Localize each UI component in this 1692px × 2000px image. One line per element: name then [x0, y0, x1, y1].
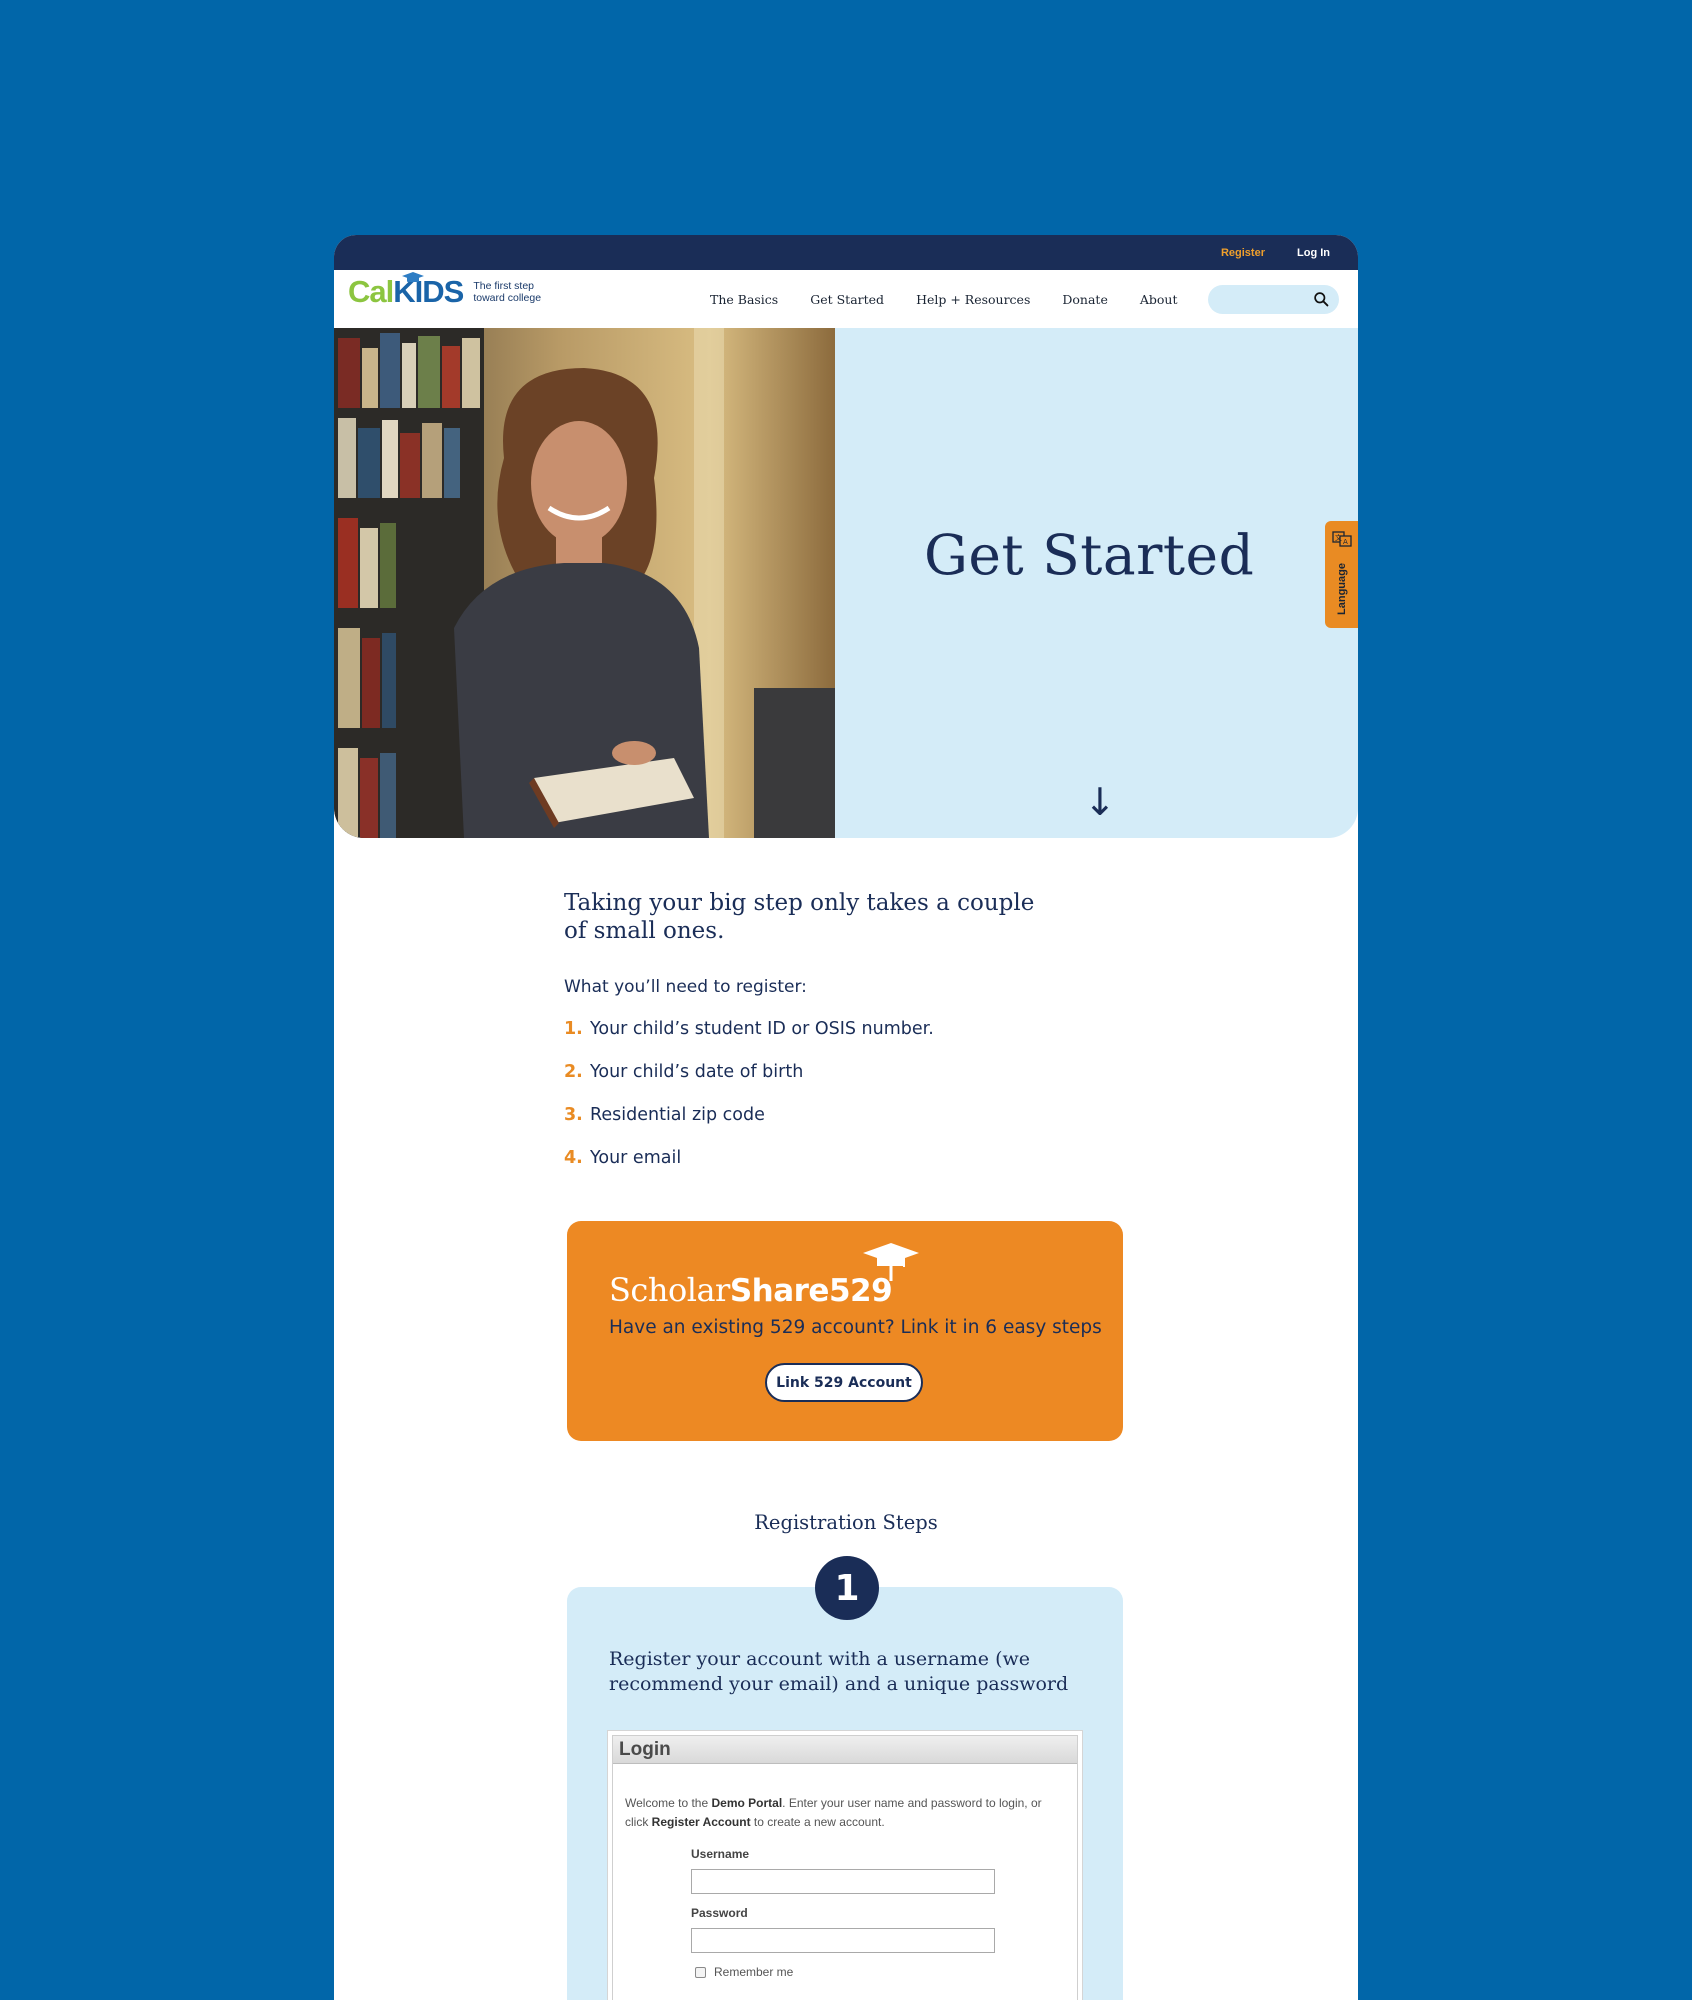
nav-the-basics[interactable]: The Basics [710, 292, 778, 307]
svg-text:A: A [1343, 538, 1348, 546]
utility-bar: Register Log In [334, 235, 1358, 270]
nav-donate[interactable]: Donate [1062, 292, 1107, 307]
requirements-label: What you’ll need to register: [564, 977, 807, 998]
svg-text:文: 文 [1335, 533, 1342, 542]
intro-heading: Taking your big step only takes a couple… [564, 890, 1035, 944]
browser-frame: Register Log In CalKIDS The first step t… [334, 235, 1358, 2000]
password-label: Password [691, 1906, 748, 1921]
login-title: Login [613, 1736, 1077, 1764]
nav-about[interactable]: About [1140, 292, 1178, 307]
step-description: Register your account with a username (w… [609, 1648, 1069, 1695]
list-item: 4. Your email [564, 1136, 1124, 1179]
scholarshare-description: Have an existing 529 account? Link it in… [609, 1317, 1102, 1338]
link-529-account-button[interactable]: Link 529 Account [765, 1363, 923, 1402]
page-title: Get Started [924, 523, 1255, 587]
item-number: 2. [564, 1061, 583, 1082]
graduation-cap-icon [402, 272, 424, 282]
nav-help-resources[interactable]: Help + Resources [916, 292, 1030, 307]
registration-steps-title: Registration Steps [754, 1511, 938, 1534]
item-number: 4. [564, 1147, 583, 1168]
step-card: Register your account with a username (w… [567, 1587, 1123, 2000]
main-nav: CalKIDS The first step toward college Th… [334, 270, 1358, 328]
welcome-register-account: Register Account [651, 1814, 751, 1829]
intro-section: Taking your big step only takes a couple… [564, 890, 1124, 1179]
register-link[interactable]: Register [1221, 247, 1265, 259]
welcome-part-1: Welcome to the [625, 1796, 712, 1810]
scroll-down-arrow-icon[interactable]: ↓ [1084, 783, 1116, 821]
requirements-list: 1. Your child’s student ID or OSIS number… [564, 1007, 1124, 1179]
remember-me-row: Remember me [695, 1965, 1077, 1979]
login-link[interactable]: Log In [1297, 247, 1330, 259]
search-box [1208, 285, 1339, 314]
language-tab[interactable]: 文A Language [1325, 521, 1358, 628]
logo-cal: Cal [348, 274, 394, 309]
list-item: 3. Residential zip code [564, 1093, 1124, 1136]
search-icon[interactable] [1313, 291, 1330, 308]
list-item: 1. Your child’s student ID or OSIS number… [564, 1007, 1124, 1050]
nav-get-started[interactable]: Get Started [810, 292, 884, 307]
nav-links: The Basics Get Started Help + Resources … [710, 270, 1210, 328]
username-label: Username [691, 1847, 750, 1862]
translate-icon: 文A [1332, 531, 1352, 547]
logo-wordmark: CalKIDS [348, 272, 464, 309]
logo-tagline: The first step toward college [473, 280, 541, 307]
login-welcome-text: Welcome to the Demo Portal. Enter your u… [625, 1794, 1065, 1831]
tagline-line-1: The first step [473, 279, 535, 292]
item-text: Your child’s student ID or OSIS number. [590, 1018, 934, 1039]
logo-scholar: Scholar [609, 1271, 730, 1309]
tagline-line-2: toward college [473, 291, 542, 304]
calkids-logo[interactable]: CalKIDS The first step toward college [348, 272, 541, 309]
step-number-badge: 1 [815, 1556, 879, 1620]
login-panel: Login Welcome to the Demo Portal. Enter … [612, 1735, 1078, 2000]
password-field[interactable] [691, 1928, 995, 1954]
welcome-part-3: to create a new account. [750, 1814, 885, 1829]
remember-me-checkbox[interactable] [695, 1966, 706, 1978]
language-label: Language [1336, 563, 1348, 615]
item-number: 1. [564, 1018, 583, 1039]
welcome-portal: Demo Portal [711, 1796, 783, 1810]
hero-photo-student-with-book [334, 328, 835, 838]
list-item: 2. Your child’s date of birth [564, 1050, 1124, 1093]
scholarshare-logo: ScholarShare529 [609, 1271, 893, 1309]
username-field[interactable] [691, 1869, 995, 1895]
logo-share529: Share529 [729, 1273, 893, 1309]
item-text: Your child’s date of birth [590, 1061, 804, 1082]
scholarshare-card: ScholarShare529 Have an existing 529 acc… [567, 1221, 1123, 1441]
hero-banner: Get Started ↓ [334, 328, 1358, 838]
item-text: Your email [590, 1147, 682, 1168]
remember-me-label: Remember me [714, 1965, 794, 1980]
item-number: 3. [564, 1104, 583, 1125]
search-input[interactable] [1208, 285, 1308, 314]
login-screenshot: Login Welcome to the Demo Portal. Enter … [607, 1730, 1083, 2000]
item-text: Residential zip code [590, 1104, 765, 1125]
